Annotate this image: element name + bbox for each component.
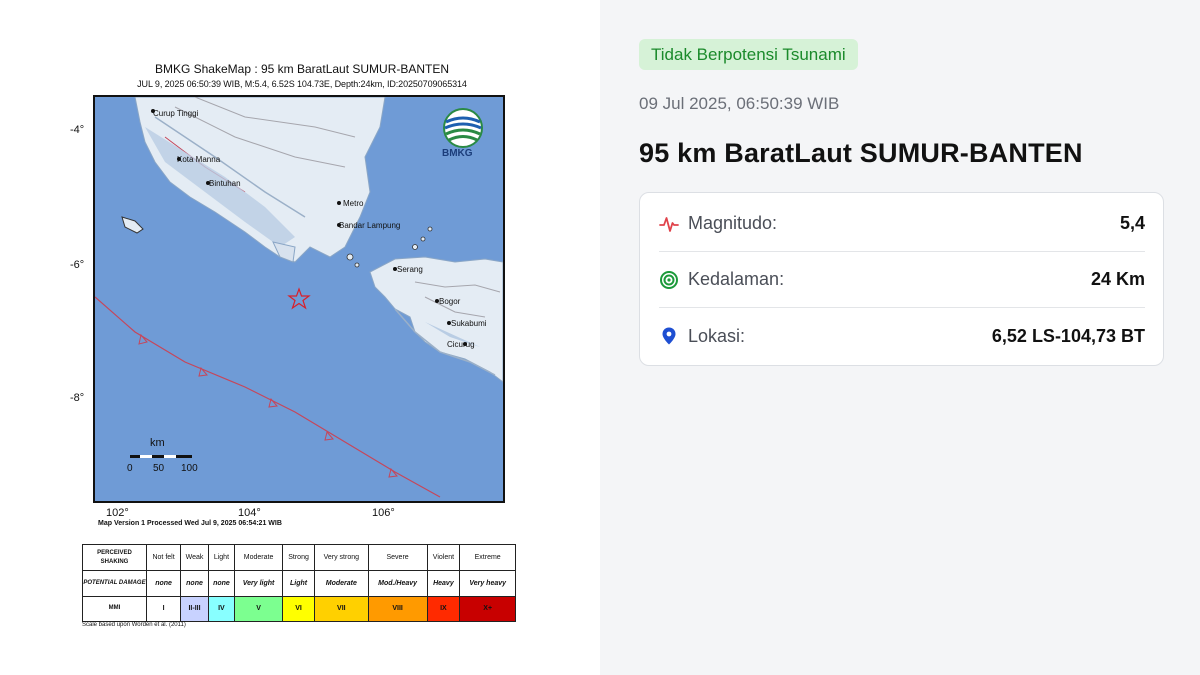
row-header-shaking: PERCEIVED SHAKING	[82, 543, 147, 572]
lon-label-106: 106°	[372, 507, 395, 519]
pulse-icon	[659, 214, 679, 234]
shaking-cell: Severe	[367, 543, 428, 572]
mmi-cell: V	[233, 595, 284, 623]
potential-damage-row: POTENTIAL DAMAGE none none none Very lig…	[82, 570, 516, 597]
damage-cell: Moderate	[313, 570, 369, 597]
location-label: Lokasi:	[688, 325, 746, 346]
mmi-cell: IV	[207, 595, 236, 623]
depth-value: 24 Km	[1090, 269, 1145, 289]
lon-label-102: 102°	[106, 507, 129, 519]
magnitude-label: Magnitudo:	[688, 213, 778, 233]
shaking-cell: Strong	[282, 543, 315, 572]
mmi-cell: I	[145, 595, 182, 623]
damage-cell: Very light	[233, 570, 284, 597]
depth-row: Kedalaman: 24 Km	[659, 252, 1145, 308]
damage-cell: Mod./Heavy	[367, 570, 428, 597]
place-label-curup: Curup Tinggi	[153, 109, 199, 118]
damage-cell: Very heavy	[459, 570, 516, 597]
shaking-cell: Light	[207, 543, 236, 572]
magnitude-row: Magnitudo: 5,4	[659, 196, 1145, 252]
scale-tick-100: 100	[181, 463, 198, 474]
target-icon	[659, 270, 679, 290]
mmi-cell: X+	[459, 595, 516, 623]
event-datetime: 09 Jul 2025, 06:50:39 WIB	[639, 94, 840, 113]
perceived-shaking-row: PERCEIVED SHAKING Not felt Weak Light Mo…	[82, 543, 516, 572]
bmkg-logo-text: BMKG	[442, 148, 473, 159]
shakemap-subtitle: JUL 9, 2025 06:50:39 WIB, M:5.4, 6.52S 1…	[137, 79, 467, 89]
damage-cell: none	[145, 570, 182, 597]
place-label-bintuhan: Bintuhan	[209, 179, 241, 188]
lon-label-104: 104°	[238, 507, 261, 519]
mmi-cell: VI	[282, 595, 315, 623]
place-label-serang: Serang	[397, 265, 423, 274]
shaking-cell: Not felt	[145, 543, 182, 572]
place-label-cicurug: Cicurug	[447, 340, 475, 349]
place-label-metro: Metro	[343, 199, 364, 208]
location-row: Lokasi: 6,52 LS-104,73 BT	[659, 308, 1145, 364]
shaking-cell: Very strong	[313, 543, 369, 572]
damage-cell: none	[207, 570, 236, 597]
scale-tick-50: 50	[153, 463, 165, 474]
shakemap-panel: BMKG ShakeMap : 95 km BaratLaut SUMUR-BA…	[0, 0, 600, 675]
lat-label-4: -4°	[70, 124, 85, 136]
damage-cell: none	[180, 570, 209, 597]
damage-cell: Light	[282, 570, 315, 597]
mmi-row: MMI I II-III IV V VI VII VIII IX X+	[82, 595, 516, 623]
place-label-bogor: Bogor	[439, 297, 461, 306]
mmi-cell: VII	[313, 595, 369, 623]
map-pin-icon	[659, 326, 679, 346]
scale-source-note: Scale based upon Worden et al. (2011)	[82, 622, 186, 628]
depth-label: Kedalaman:	[688, 269, 785, 289]
mmi-scale-table: PERCEIVED SHAKING Not felt Weak Light Mo…	[82, 543, 516, 623]
event-details-card: Magnitudo: 5,4 Kedalaman: 24 Km Lokasi: …	[639, 192, 1164, 366]
place-label-bandar-lampung: Bandar Lampung	[339, 221, 401, 230]
location-value: 6,52 LS-104,73 BT	[991, 325, 1145, 346]
place-label-sukabumi: Sukabumi	[451, 319, 487, 328]
shaking-cell: Extreme	[459, 543, 516, 572]
event-location-title: 95 km BaratLaut SUMUR-BANTEN	[639, 138, 1083, 168]
map-version-note: Map Version 1 Processed Wed Jul 9, 2025 …	[98, 520, 282, 527]
tsunami-status-badge: Tidak Berpotensi Tsunami	[639, 39, 858, 70]
scale-tick-0: 0	[127, 463, 133, 474]
place-label-kota-manna: Kota Manna	[177, 155, 221, 164]
scale-title: km	[150, 437, 165, 449]
shakemap-title: BMKG ShakeMap : 95 km BaratLaut SUMUR-BA…	[154, 62, 450, 76]
mmi-cell: VIII	[367, 595, 428, 623]
shaking-cell: Violent	[426, 543, 461, 572]
row-header-damage: POTENTIAL DAMAGE	[82, 570, 147, 597]
mmi-cell: IX	[426, 595, 461, 623]
lat-label-6: -6°	[70, 259, 85, 271]
mmi-cell: II-III	[180, 595, 209, 623]
shaking-cell: Weak	[180, 543, 209, 572]
magnitude-value: 5,4	[1119, 213, 1145, 233]
row-header-mmi: MMI	[82, 595, 147, 623]
damage-cell: Heavy	[426, 570, 461, 597]
lat-label-8: -8°	[70, 392, 85, 404]
shaking-cell: Moderate	[233, 543, 284, 572]
